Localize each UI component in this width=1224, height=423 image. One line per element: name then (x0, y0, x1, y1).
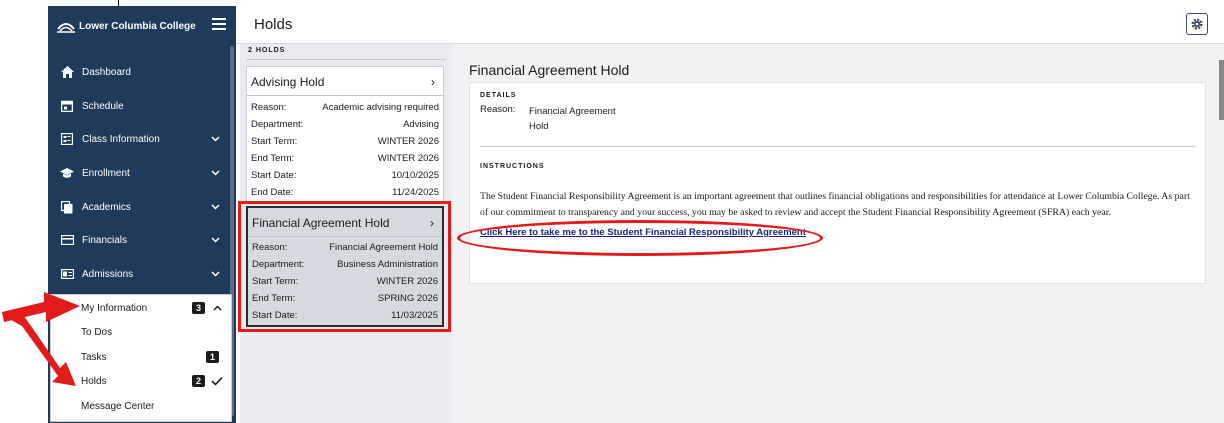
divider (246, 59, 446, 60)
chevron-down-icon (211, 237, 220, 243)
holds-count-header: 2 HOLDS (248, 47, 286, 54)
sidebar-subitem-message-center[interactable]: Message Center (81, 401, 154, 412)
top-bar: Holds (236, 6, 1224, 44)
chevron-down-icon (211, 271, 220, 277)
sidebar-item-admissions[interactable]: Admissions (48, 260, 230, 288)
hold-title: Advising Hold (251, 75, 325, 89)
red-arrows-annotation (2, 292, 80, 386)
home-icon (60, 65, 74, 79)
sidebar-item-label: Academics (82, 201, 131, 213)
calendar-icon (60, 99, 74, 113)
college-logo[interactable]: Lower Columbia College (56, 16, 196, 36)
my-information-count-badge: 3 (192, 302, 205, 314)
sidebar-item-financials[interactable]: Financials (48, 226, 230, 254)
instructions-section-label: INSTRUCTIONS (480, 163, 545, 170)
chevron-down-icon (211, 170, 220, 176)
sidebar-subitem-to-dos[interactable]: To Dos (81, 327, 112, 338)
hold-row-start-date: Start Date: 10/10/2025 (251, 170, 439, 181)
documents-icon (60, 200, 74, 214)
college-logo-icon (57, 23, 75, 33)
checkmark-icon (211, 376, 223, 386)
page-scrollbar[interactable] (1219, 60, 1224, 120)
divider (247, 95, 443, 96)
sidebar-item-label: Admissions (82, 268, 134, 280)
red-ellipse-annotation (457, 220, 823, 256)
sidebar-subitem-tasks[interactable]: Tasks (81, 352, 107, 363)
detail-reason-value: Financial Agreement Hold (529, 106, 616, 132)
sidebar-subitem-holds[interactable]: Holds (81, 376, 107, 387)
holds-count-badge: 2 (192, 375, 205, 387)
sidebar-item-label: Schedule (82, 100, 124, 112)
gear-icon (1191, 18, 1203, 30)
menu-toggle-icon[interactable] (212, 18, 226, 30)
sidebar-item-label: Class Information (82, 133, 160, 145)
sidebar-item-label: Financials (82, 234, 128, 246)
sidebar-item-schedule[interactable]: Schedule (48, 92, 230, 120)
red-highlight-box-annotation (238, 201, 451, 332)
credit-card-icon (60, 233, 74, 247)
sidebar-item-dashboard[interactable]: Dashboard (48, 58, 230, 86)
hold-row-end-term: End Term: WINTER 2026 (251, 153, 439, 164)
class-info-icon (60, 132, 74, 146)
chevron-down-icon (211, 204, 220, 210)
college-name: Lower Columbia College (79, 20, 196, 32)
hold-row-reason: Reason: Academic advising required (251, 102, 439, 113)
sidebar-item-label: Enrollment (82, 167, 130, 179)
graduation-cap-icon (60, 166, 74, 180)
settings-button[interactable] (1186, 13, 1208, 35)
hold-card-advising[interactable]: Advising Hold › Reason: Academic advising… (246, 66, 444, 202)
id-card-icon (60, 267, 74, 281)
sidebar-item-label: Dashboard (82, 66, 131, 78)
hold-row-department: Department: Advising (251, 119, 439, 130)
detail-title: Financial Agreement Hold (469, 62, 630, 78)
sidebar-item-class-information[interactable]: Class Information (48, 125, 230, 153)
divider (480, 146, 1195, 147)
sidebar-item-enrollment[interactable]: Enrollment (48, 159, 230, 187)
tasks-count-badge: 1 (206, 351, 219, 363)
hold-row-start-term: Start Term: WINTER 2026 (251, 136, 439, 147)
chevron-right-icon: › (431, 75, 435, 89)
instructions-text: The Student Financial Responsibility Agr… (480, 191, 1190, 218)
details-section-label: DETAILS (480, 92, 517, 99)
sidebar-item-academics[interactable]: Academics (48, 193, 230, 221)
page-title: Holds (254, 16, 293, 33)
detail-reason-key: Reason: (480, 104, 516, 115)
sidebar-item-my-information[interactable]: My Information (81, 303, 147, 314)
chevron-down-icon (211, 136, 220, 142)
chevron-up-icon[interactable] (213, 304, 222, 313)
hold-row-end-date: End Date: 11/24/2025 (251, 187, 439, 198)
